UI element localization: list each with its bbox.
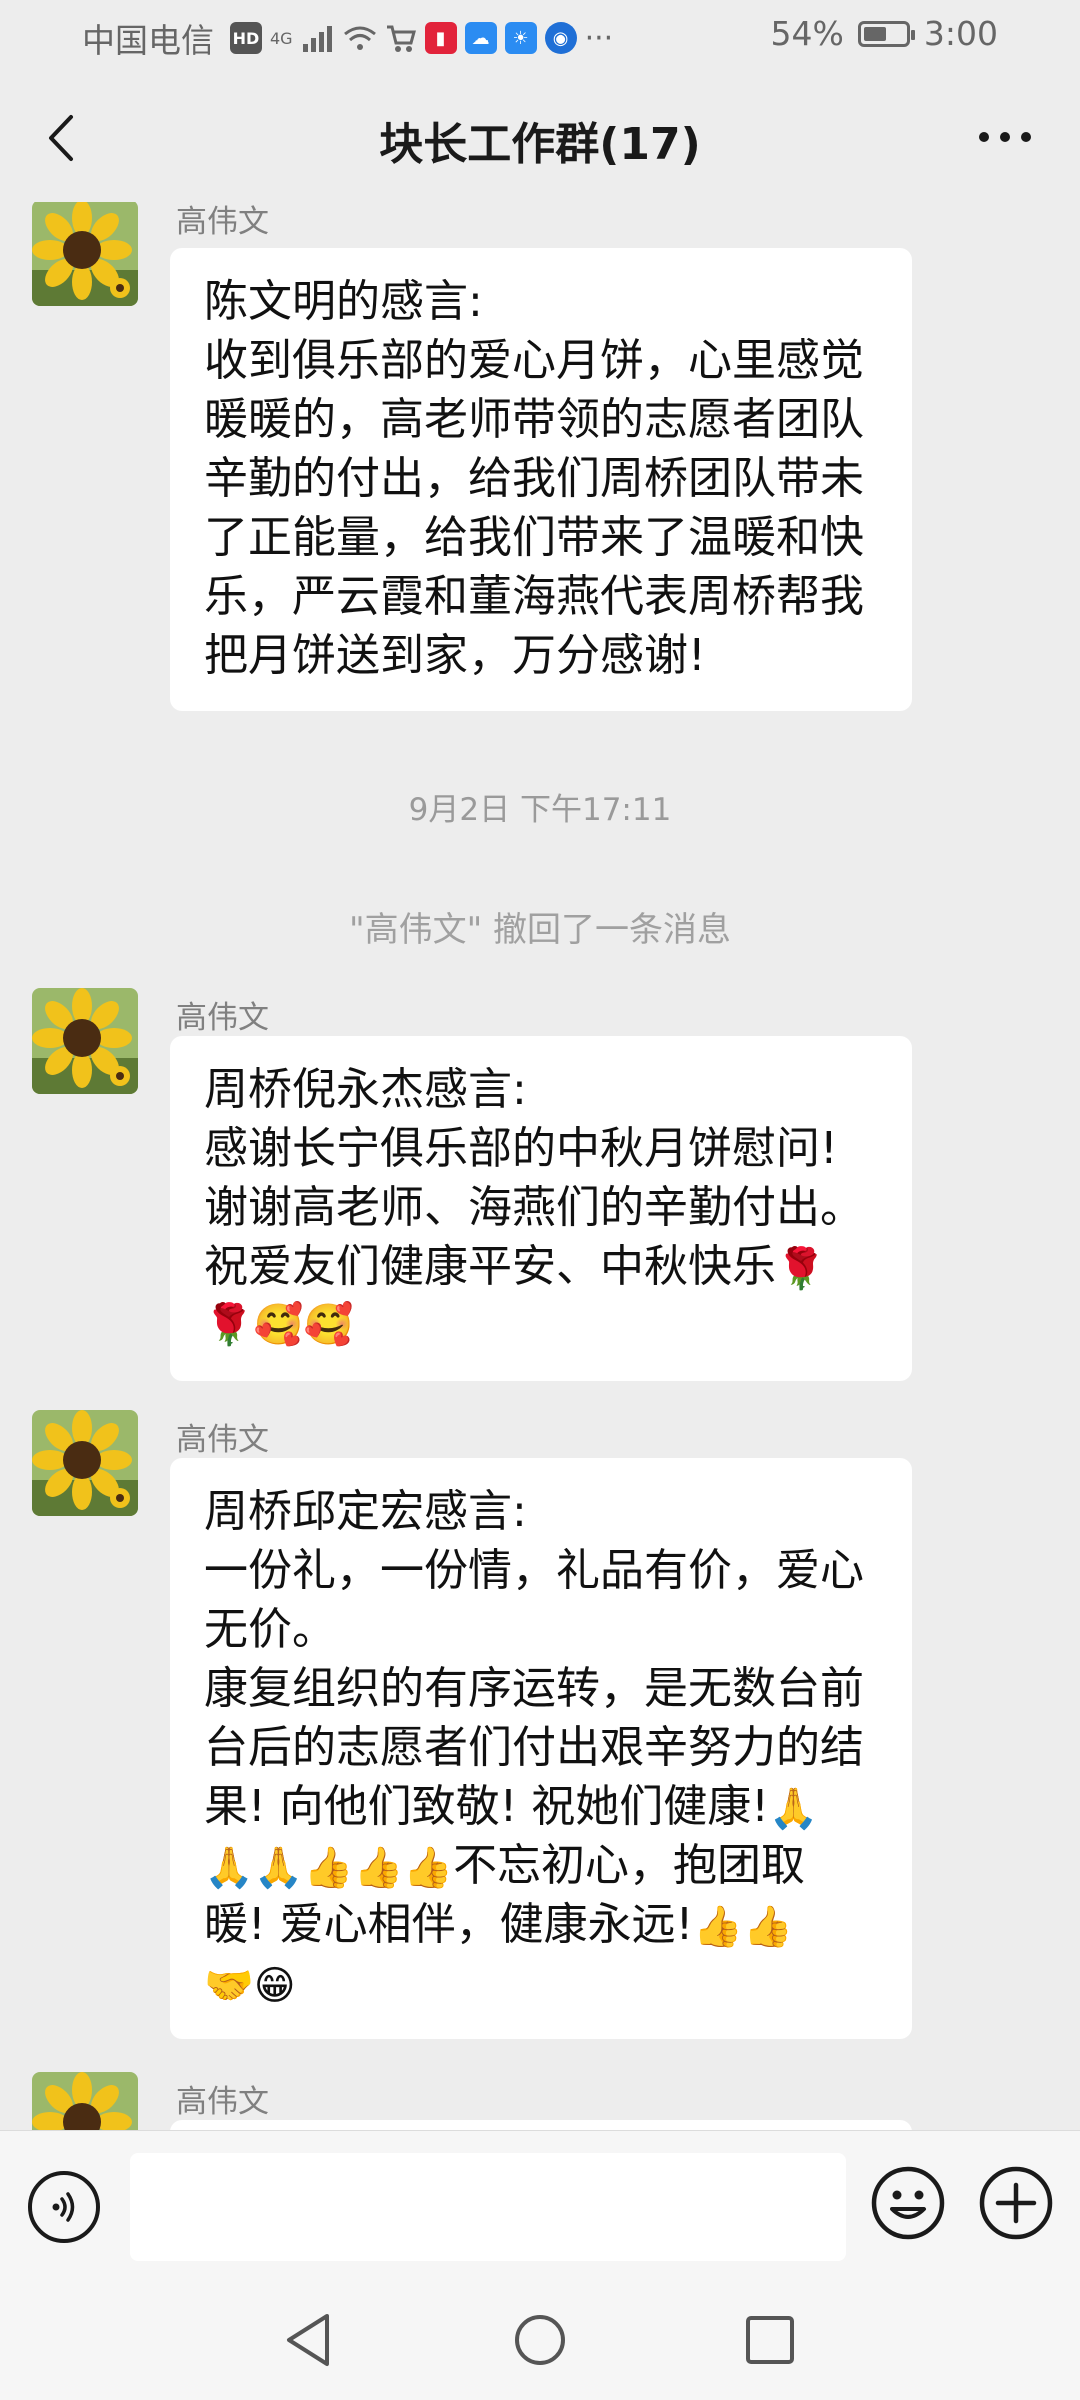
message-line: 一份礼，一份情，礼品有价，爱心 bbox=[204, 1545, 864, 1596]
message-line: 辛勤的付出，给我们周桥团队带未 bbox=[204, 453, 864, 504]
voice-button[interactable] bbox=[28, 2171, 100, 2243]
message-line: 把月饼送到家，万分感谢! bbox=[204, 630, 706, 681]
chat-area[interactable]: 高伟文 陈文明的感言: 收到俱乐部的爱心月饼，心里感觉 暖暖的，高老师带领的志愿… bbox=[0, 202, 1080, 2130]
sender-name: 高伟文 bbox=[176, 1422, 269, 1458]
message-bubble[interactable]: 陈文明的感言: 收到俱乐部的爱心月饼，心里感觉 暖暖的，高老师带领的志愿者团队 … bbox=[170, 248, 912, 711]
message-line-with-emoji: 果! 向他们致敬! 祝她们健康!🙏 bbox=[204, 1777, 878, 1836]
battery-level bbox=[863, 26, 886, 41]
recall-notice: "高伟文" 撤回了一条消息 bbox=[348, 910, 732, 950]
message-line: 果! 向他们致敬! 祝她们健康! bbox=[204, 1781, 769, 1832]
more-notifications-icon: ··· bbox=[584, 20, 614, 56]
thumbs-up-emoji-icon: 👍 bbox=[303, 1845, 354, 1891]
message-line: 谢谢高老师、海燕们的辛勤付出。 bbox=[204, 1182, 864, 1233]
message-bubble[interactable]: 周桥邱定宏感言: 一份礼，一份情，礼品有价，爱心 无价。 康复组织的有序运转，是… bbox=[170, 1458, 912, 2039]
clasped-hands-emoji-icon: 🙏 bbox=[204, 1845, 254, 1891]
message-line: 收到俱乐部的爱心月饼，心里感觉 bbox=[204, 335, 864, 386]
message-line: 周桥邱定宏感言: bbox=[204, 1486, 527, 1537]
signal-icon bbox=[302, 26, 332, 52]
status-right: 54% 3:00 bbox=[771, 14, 998, 53]
clasped-hands-emoji-icon: 🙏 bbox=[768, 1786, 819, 1832]
wifi-icon bbox=[343, 26, 376, 50]
input-bar bbox=[0, 2130, 1080, 2281]
message-bubble[interactable] bbox=[170, 2120, 912, 2130]
grinning-emoji-icon: 😁 bbox=[253, 1963, 296, 2009]
system-nav-bar bbox=[0, 2280, 1080, 2400]
sunflower-avatar-image bbox=[32, 1410, 138, 1516]
message-line-with-emoji: 🤝😁 bbox=[204, 1954, 878, 2013]
nav-home-button[interactable] bbox=[508, 2308, 572, 2372]
plus-icon bbox=[979, 2166, 1053, 2240]
cloud-app-icon: ☁ bbox=[464, 22, 497, 54]
sender-name: 高伟文 bbox=[176, 2084, 269, 2120]
circle-home-icon bbox=[515, 2315, 565, 2365]
message-line: 暖! 爱心相伴，健康永远! bbox=[204, 1899, 694, 1950]
avatar[interactable] bbox=[32, 2072, 138, 2130]
chat-title: 块长工作群(17) bbox=[379, 119, 701, 170]
clock: 3:00 bbox=[923, 14, 998, 53]
sunflower-avatar-image bbox=[32, 988, 138, 1094]
triangle-back-icon bbox=[287, 2314, 329, 2366]
thumbs-up-emoji-icon: 👍 bbox=[353, 1845, 404, 1891]
plus-button[interactable] bbox=[978, 2165, 1054, 2241]
sunflower-avatar-image bbox=[32, 202, 138, 306]
battery-icon bbox=[857, 20, 915, 47]
message-bubble[interactable]: 周桥倪永杰感言: 感谢长宁俱乐部的中秋月饼慰问! 谢谢高老师、海燕们的辛勤付出。… bbox=[170, 1036, 912, 1381]
emoji-smile-icon bbox=[871, 2166, 945, 2240]
handshake-emoji-icon: 🤝 bbox=[204, 1963, 254, 2009]
message-line: 无价。 bbox=[204, 1604, 336, 1655]
cart-icon bbox=[386, 25, 416, 52]
more-button[interactable] bbox=[970, 112, 1040, 162]
sunflower-avatar-image bbox=[32, 2072, 138, 2130]
book-app-icon: ▮ bbox=[424, 22, 457, 54]
avatar[interactable] bbox=[32, 202, 138, 306]
message-line: 感谢长宁俱乐部的中秋月饼慰问! bbox=[204, 1123, 838, 1174]
status-left: 中国电信 HD 4G ▮ ☁ ☀ ◉ ··· bbox=[82, 14, 613, 62]
message-input[interactable] bbox=[130, 2153, 846, 2261]
emoji-button[interactable] bbox=[870, 2165, 946, 2241]
bank-app-icon: ◉ bbox=[544, 22, 577, 54]
message-line: 祝爱友们健康平安、中秋快乐 bbox=[204, 1241, 776, 1292]
battery-percent: 54% bbox=[770, 14, 844, 53]
message-line-with-emoji: 暖! 爱心相伴，健康永远!👍👍 bbox=[204, 1895, 878, 1954]
message-line: 陈文明的感言: bbox=[204, 276, 483, 327]
message-line-with-emoji: 🙏🙏👍👍👍不忘初心，抱团取 bbox=[204, 1836, 878, 1895]
emoji-line: 🌹🥰🥰 bbox=[204, 1302, 354, 1348]
sender-name: 高伟文 bbox=[176, 1000, 269, 1036]
timestamp: 9月2日 下午17:11 bbox=[408, 792, 672, 828]
more-dots-icon bbox=[979, 132, 1031, 142]
rose-emoji-icon: 🌹 bbox=[776, 1246, 826, 1292]
nav-back-button[interactable] bbox=[276, 2308, 340, 2372]
message-line: 乐，严云霞和董海燕代表周桥帮我 bbox=[204, 571, 864, 622]
weather-app-icon: ☀ bbox=[504, 22, 537, 54]
network-label: 4G bbox=[270, 28, 293, 48]
message-line-with-emoji: 祝爱友们健康平安、中秋快乐🌹 bbox=[204, 1237, 878, 1296]
message-line: 台后的志愿者们付出艰辛努力的结 bbox=[204, 1722, 864, 1773]
message-line: 康复组织的有序运转，是无数台前 bbox=[204, 1663, 864, 1714]
message-line: 不忘初心，抱团取 bbox=[453, 1840, 806, 1891]
message-line: 了正能量，给我们带来了温暖和快 bbox=[204, 512, 864, 563]
carrier-label: 中国电信 bbox=[82, 21, 214, 60]
status-icons: HD 4G ▮ ☁ ☀ ◉ ··· bbox=[230, 21, 613, 56]
clasped-hands-emoji-icon: 🙏 bbox=[253, 1845, 304, 1891]
thumbs-up-emoji-icon: 👍 bbox=[693, 1904, 744, 1950]
status-bar: 中国电信 HD 4G ▮ ☁ ☀ ◉ ··· 54% 3:00 bbox=[0, 0, 1080, 72]
sender-name: 高伟文 bbox=[176, 204, 269, 240]
message-line: 周桥倪永杰感言: bbox=[204, 1064, 527, 1115]
nav-recents-button[interactable] bbox=[738, 2308, 802, 2372]
voice-icon bbox=[52, 2192, 75, 2222]
avatar[interactable] bbox=[32, 1410, 138, 1516]
message-line: 暖暖的，高老师带领的志愿者团队 bbox=[204, 394, 864, 445]
title-bar: 块长工作群(17) bbox=[0, 72, 1080, 202]
avatar[interactable] bbox=[32, 988, 138, 1094]
hd-icon: HD bbox=[230, 22, 262, 54]
square-recents-icon bbox=[746, 2316, 794, 2364]
thumbs-up-emoji-icon: 👍 bbox=[403, 1845, 454, 1891]
thumbs-up-emoji-icon: 👍 bbox=[743, 1904, 793, 1950]
